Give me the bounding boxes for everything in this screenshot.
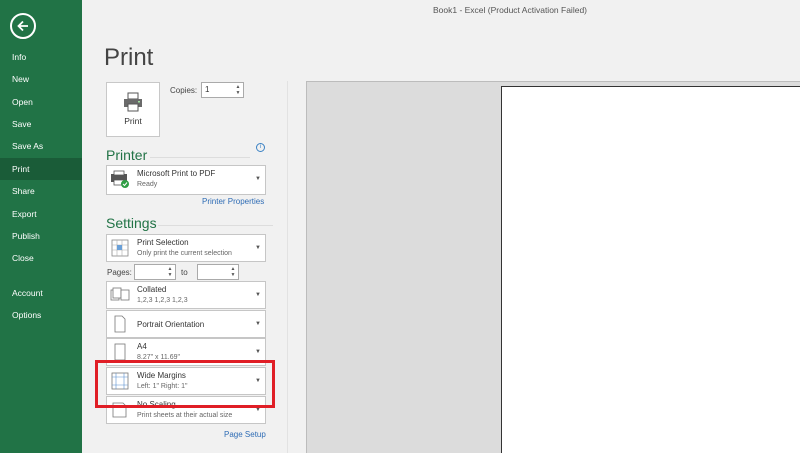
- nav-publish[interactable]: Publish: [0, 225, 82, 247]
- page-setup-link[interactable]: Page Setup: [224, 430, 266, 439]
- pages-to-input[interactable]: ▲ ▼: [197, 264, 239, 280]
- nav-close[interactable]: Close: [0, 247, 82, 269]
- copies-value: 1: [205, 85, 210, 94]
- scaling-dropdown[interactable]: No Scaling Print sheets at their actual …: [106, 396, 266, 424]
- copies-input[interactable]: 1 ▲ ▼: [201, 82, 244, 98]
- printer-name: Microsoft Print to PDF: [137, 169, 216, 178]
- printer-dropdown[interactable]: Microsoft Print to PDF Ready ▼: [106, 165, 266, 195]
- info-icon[interactable]: i: [256, 143, 265, 152]
- print-button-label: Print: [124, 116, 142, 126]
- print-what-sub: Only print the current selection: [137, 250, 232, 257]
- preview-page: [501, 86, 800, 453]
- nav-share[interactable]: Share: [0, 180, 82, 202]
- collation-main: Collated: [137, 285, 167, 294]
- copies-spinner[interactable]: ▲ ▼: [234, 84, 242, 96]
- orientation-label: Portrait Orientation: [137, 320, 205, 329]
- settings-heading-rule: [158, 225, 273, 226]
- nav-save[interactable]: Save: [0, 113, 82, 135]
- pages-label: Pages:: [107, 268, 132, 277]
- backstage-sidebar: Info New Open Save Save As Print Share E…: [0, 0, 82, 453]
- nav-print[interactable]: Print: [0, 158, 82, 180]
- printer-heading-rule: [150, 157, 250, 158]
- pages-to-label: to: [181, 268, 188, 277]
- panel-divider: [287, 81, 288, 453]
- collated-icon: [110, 287, 130, 301]
- print-what-dropdown[interactable]: Print Selection Only print the current s…: [106, 234, 266, 262]
- settings-heading: Settings: [106, 215, 157, 231]
- nav-open[interactable]: Open: [0, 91, 82, 113]
- printer-properties-link[interactable]: Printer Properties: [202, 197, 264, 206]
- sheet-selection-icon: [111, 239, 129, 257]
- print-button[interactable]: Print: [106, 82, 160, 137]
- nav-info[interactable]: Info: [0, 46, 82, 68]
- chevron-down-icon: ▼: [255, 292, 261, 298]
- printer-heading: Printer: [106, 147, 148, 163]
- collation-dropdown[interactable]: Collated 1,2,3 1,2,3 1,2,3 ▼: [106, 281, 266, 309]
- window-title: Book1 - Excel (Product Activation Failed…: [432, 5, 587, 15]
- print-what-main: Print Selection: [137, 238, 189, 247]
- chevron-down-icon: ▼: [255, 321, 261, 327]
- page-title: Print: [104, 44, 154, 71]
- chevron-down-icon: ▼: [255, 176, 261, 182]
- paper-size-dropdown[interactable]: A4 8.27" x 11.69" ▼: [106, 338, 266, 366]
- margins-main: Wide Margins: [137, 371, 186, 380]
- nav-new[interactable]: New: [0, 68, 82, 90]
- printer-icon: [124, 92, 142, 112]
- margins-icon: [111, 372, 129, 390]
- portrait-page-icon: [114, 315, 126, 333]
- pages-from-spinner[interactable]: ▲ ▼: [166, 266, 174, 278]
- pages-from-input[interactable]: ▲ ▼: [134, 264, 176, 280]
- paper-size-icon: [114, 343, 126, 361]
- copies-label: Copies:: [170, 86, 198, 95]
- paper-size-main: A4: [137, 342, 147, 351]
- chevron-down-icon: ▼: [255, 245, 261, 251]
- nav-export[interactable]: Export: [0, 203, 82, 225]
- scaling-sub: Print sheets at their actual size: [137, 412, 233, 419]
- nav-account[interactable]: Account: [0, 282, 82, 304]
- pages-to-spinner[interactable]: ▲ ▼: [229, 266, 237, 278]
- margins-dropdown[interactable]: Wide Margins Left: 1" Right: 1" ▼: [106, 367, 266, 395]
- chevron-down-icon: ▼: [255, 407, 261, 413]
- paper-size-sub: 8.27" x 11.69": [137, 354, 180, 361]
- chevron-down-icon: ▼: [255, 378, 261, 384]
- printer-status-icon: [111, 170, 129, 188]
- printer-status: Ready: [137, 181, 158, 188]
- margins-sub: Left: 1" Right: 1": [137, 383, 188, 390]
- collation-sub: 1,2,3 1,2,3 1,2,3: [137, 297, 188, 304]
- scaling-icon: [112, 402, 127, 418]
- orientation-dropdown[interactable]: Portrait Orientation ▼: [106, 310, 266, 338]
- nav-options[interactable]: Options: [0, 304, 82, 326]
- chevron-down-icon: ▼: [255, 349, 261, 355]
- nav-save-as[interactable]: Save As: [0, 135, 82, 157]
- scaling-main: No Scaling: [137, 400, 176, 409]
- back-arrow-icon[interactable]: [10, 13, 36, 39]
